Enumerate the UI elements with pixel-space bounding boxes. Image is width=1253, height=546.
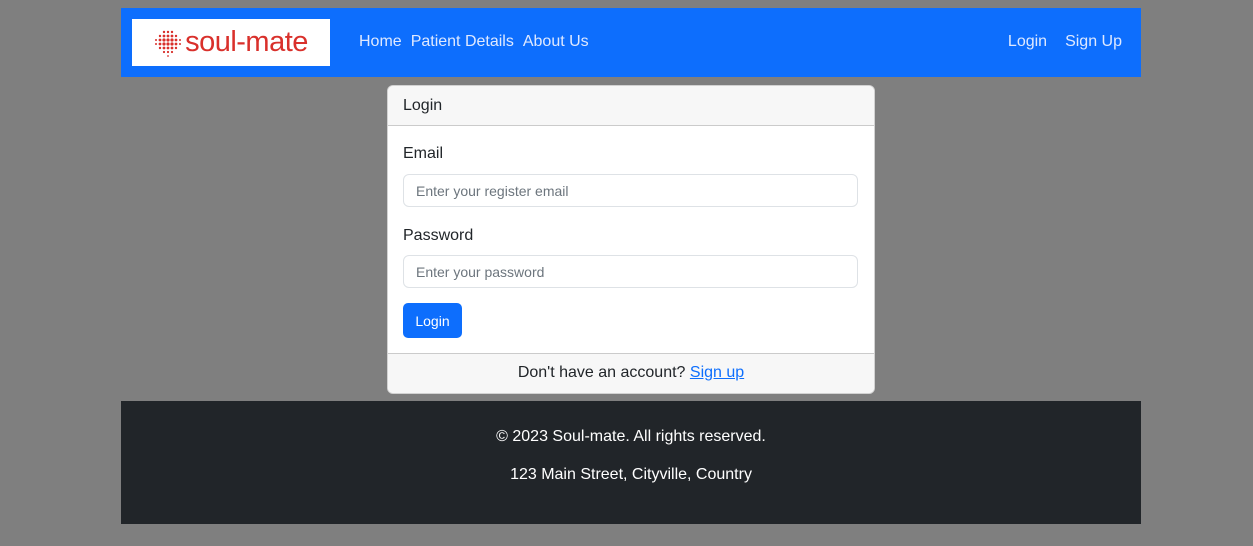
logo[interactable]: soul-mate — [132, 19, 330, 66]
sign-up-link[interactable]: Sign up — [690, 364, 744, 381]
card-header: Login — [388, 86, 874, 126]
page: soul-mate Home Patient Details About Us … — [0, 0, 1253, 546]
nav-link-patient-details[interactable]: Patient Details — [411, 32, 514, 52]
dot-pattern-icon — [155, 30, 182, 57]
nav-link-sign-up[interactable]: Sign Up — [1065, 32, 1122, 52]
navbar: soul-mate Home Patient Details About Us … — [121, 8, 1141, 77]
login-form: Email Password Login — [388, 126, 874, 353]
email-label: Email — [403, 145, 444, 162]
address-text: 123 Main Street, Cityville, Country — [510, 466, 752, 483]
nav-link-home[interactable]: Home — [359, 32, 402, 52]
password-label: Password — [403, 227, 474, 244]
nav-auth-links: Login Sign Up — [1008, 32, 1122, 52]
nav-link-about-us[interactable]: About Us — [523, 32, 589, 52]
logo-text: soul-mate — [185, 26, 308, 58]
nav-link-login[interactable]: Login — [1008, 32, 1047, 52]
login-card: Login Email Password Login Don't have an… — [387, 85, 875, 394]
no-account-text: Don't have an account? — [517, 364, 686, 381]
card-footer: Don't have an account? Sign up — [388, 353, 874, 393]
site-footer: © 2023 Soul-mate. All rights reserved. 1… — [121, 401, 1141, 524]
password-input[interactable] — [403, 255, 858, 288]
nav-links: Home Patient Details About Us — [359, 32, 589, 52]
login-button[interactable]: Login — [403, 303, 462, 338]
email-input[interactable] — [403, 174, 858, 207]
copyright-text: © 2023 Soul-mate. All rights reserved. — [496, 428, 766, 445]
